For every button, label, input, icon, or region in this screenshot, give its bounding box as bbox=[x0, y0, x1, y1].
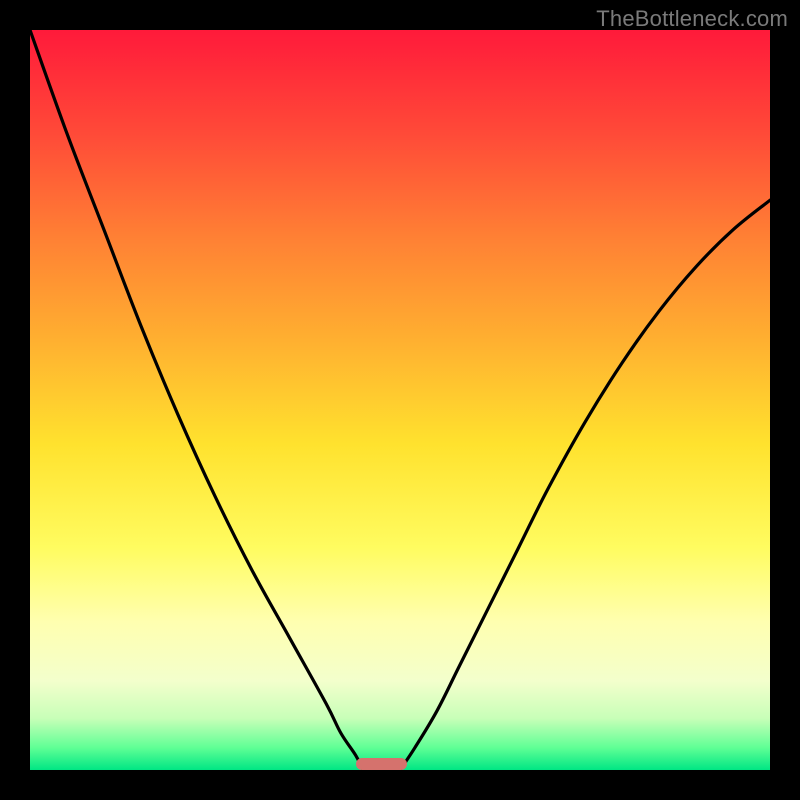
curve-layer bbox=[30, 30, 770, 770]
watermark-text: TheBottleneck.com bbox=[596, 6, 788, 32]
plot-area bbox=[30, 30, 770, 770]
left-curve bbox=[30, 30, 363, 770]
right-curve bbox=[400, 200, 770, 770]
chart-frame: TheBottleneck.com bbox=[0, 0, 800, 800]
bottleneck-marker bbox=[356, 758, 408, 770]
